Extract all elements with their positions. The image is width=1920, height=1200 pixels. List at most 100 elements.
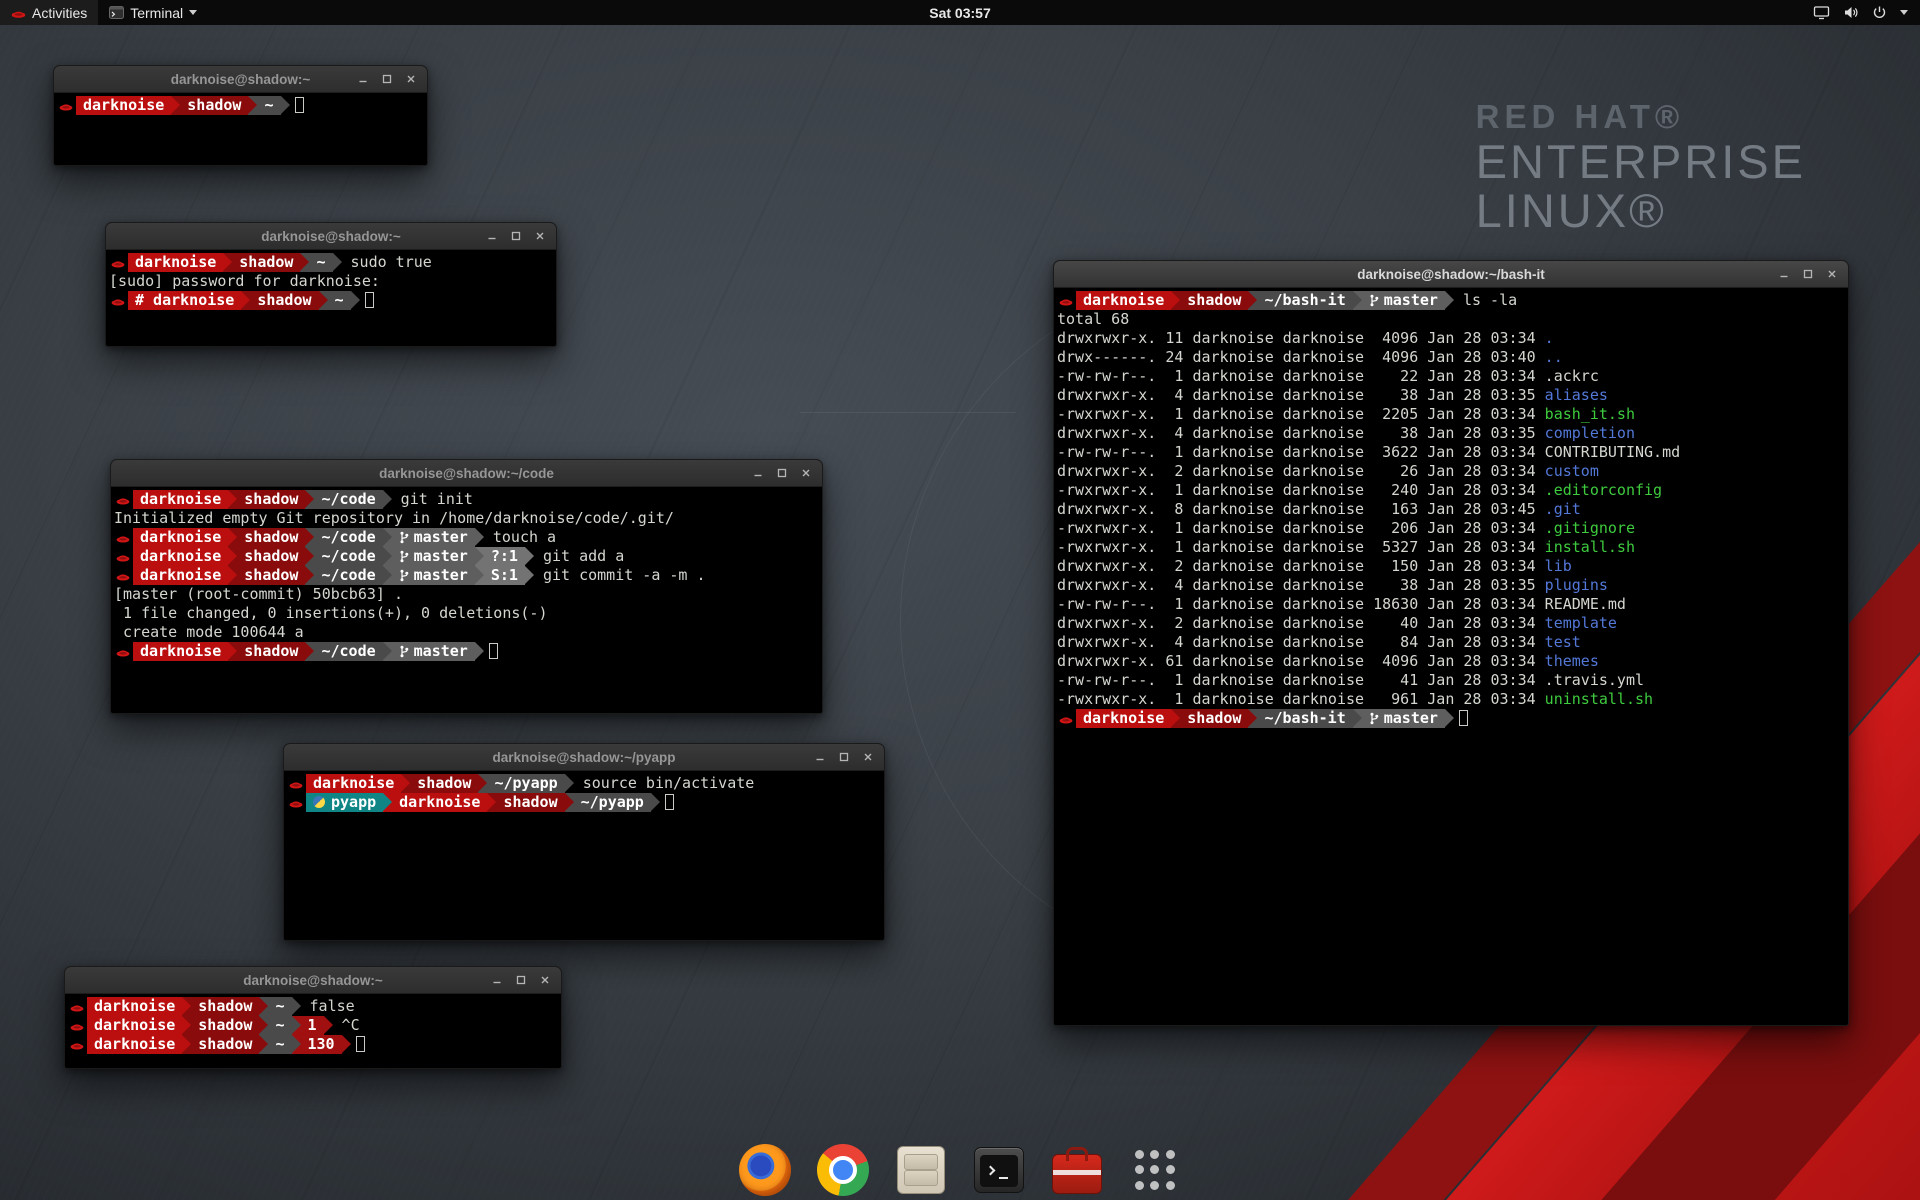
terminal-window[interactable]: darknoise@shadow:~/codedarknoiseshadow~/…	[110, 459, 823, 714]
prompt-separator-icon	[333, 253, 342, 272]
terminal-line: -rw-rw-r--. 1 darknoise darknoise 18630 …	[1057, 595, 1846, 614]
prompt-separator-icon	[324, 1016, 333, 1035]
terminal-content[interactable]: darknoiseshadow~ falsedarknoiseshadow~1 …	[65, 994, 561, 1067]
output-text: template	[1545, 614, 1617, 632]
output-text: -rw-rw-r--. 1 darknoise darknoise 3622 J…	[1057, 443, 1545, 461]
terminal-content[interactable]: darknoiseshadow~ sudo true[sudo] passwor…	[106, 250, 556, 345]
dock-terminal[interactable]	[971, 1142, 1027, 1198]
maximize-button[interactable]	[772, 464, 791, 483]
output-text: drwxrwxr-x. 4 darknoise darknoise 84 Jan…	[1057, 633, 1545, 651]
window-titlebar[interactable]: darknoise@shadow:~	[65, 967, 561, 994]
maximize-button[interactable]	[834, 748, 853, 767]
app-menu[interactable]: Terminal	[98, 0, 208, 25]
terminal-window[interactable]: darknoise@shadow:~darknoiseshadow~ sudo …	[105, 222, 557, 347]
window-titlebar[interactable]: darknoise@shadow:~	[54, 66, 427, 93]
activities-label: Activities	[32, 5, 87, 21]
maximize-button[interactable]	[377, 70, 396, 89]
terminal-cursor	[489, 643, 498, 659]
command-text: false	[301, 997, 355, 1015]
maximize-button[interactable]	[511, 971, 530, 990]
window-titlebar[interactable]: darknoise@shadow:~/code	[111, 460, 822, 487]
terminal-content[interactable]: darknoiseshadow~/code git initInitialize…	[111, 487, 822, 712]
prompt-segment: darknoise	[133, 528, 228, 547]
output-text: README.md	[1545, 595, 1626, 613]
prompt-separator-icon	[305, 490, 314, 509]
terminal-window[interactable]: darknoise@shadow:~/pyappdarknoiseshadow~…	[283, 743, 885, 941]
terminal-cursor	[1459, 710, 1468, 726]
prompt-separator-icon	[383, 547, 392, 566]
dock-firefox[interactable]	[737, 1142, 793, 1198]
maximize-button[interactable]	[1798, 265, 1817, 284]
terminal-line: drwxrwxr-x. 11 darknoise darknoise 4096 …	[1057, 329, 1846, 348]
dock-toolbox[interactable]	[1049, 1142, 1105, 1198]
terminal-line: drwxrwxr-x. 8 darknoise darknoise 163 Ja…	[1057, 500, 1846, 519]
system-menu-chevron-icon[interactable]	[1900, 10, 1908, 15]
minimize-button[interactable]	[482, 227, 501, 246]
terminal-window[interactable]: darknoise@shadow:~darknoiseshadow~ false…	[64, 966, 562, 1069]
terminal-content[interactable]: darknoiseshadow~/pyapp source bin/activa…	[284, 771, 884, 939]
redhat-icon	[116, 528, 133, 547]
prompt-segment: # darknoise	[128, 291, 241, 310]
prompt-separator-icon	[228, 566, 237, 585]
power-icon[interactable]	[1872, 5, 1887, 20]
prompt-separator-icon	[319, 291, 328, 310]
window-titlebar[interactable]: darknoise@shadow:~/pyapp	[284, 744, 884, 771]
clock[interactable]: Sat 03:57	[929, 5, 990, 21]
terminal-window[interactable]: darknoise@shadow:~darknoiseshadow~	[53, 65, 428, 166]
prompt-segment: ~/pyapp	[487, 774, 564, 793]
redhat-icon	[289, 793, 306, 812]
output-text: .git	[1545, 500, 1581, 518]
close-button[interactable]	[796, 464, 815, 483]
prompt-segment: shadow	[180, 96, 248, 115]
minimize-button[interactable]	[748, 464, 767, 483]
prompt-separator-icon	[259, 997, 268, 1016]
prompt-separator-icon	[383, 642, 392, 661]
prompt-separator-icon	[383, 566, 392, 585]
terminal-line: # darknoiseshadow~	[109, 291, 554, 310]
output-text: drwxrwxr-x. 2 darknoise darknoise 150 Ja…	[1057, 557, 1545, 575]
maximize-button[interactable]	[506, 227, 525, 246]
terminal-line: -rwxrwxr-x. 1 darknoise darknoise 2205 J…	[1057, 405, 1846, 424]
window-titlebar[interactable]: darknoise@shadow:~	[106, 223, 556, 250]
volume-icon[interactable]	[1843, 5, 1859, 20]
prompt-segment: ~	[328, 291, 351, 310]
minimize-button[interactable]	[1774, 265, 1793, 284]
close-button[interactable]	[401, 70, 420, 89]
dock-files[interactable]	[893, 1142, 949, 1198]
terminal-line: darknoiseshadow~/codemaster touch a	[114, 528, 820, 547]
dock-app-grid[interactable]	[1127, 1142, 1183, 1198]
terminal-cursor	[356, 1036, 365, 1052]
terminal-content[interactable]: darknoiseshadow~	[54, 93, 427, 164]
close-button[interactable]	[858, 748, 877, 767]
app-grid-icon	[1132, 1147, 1178, 1193]
terminal-line: darknoiseshadow~ false	[68, 997, 559, 1016]
minimize-button[interactable]	[487, 971, 506, 990]
close-button[interactable]	[535, 971, 554, 990]
redhat-icon	[116, 490, 133, 509]
redhat-icon	[59, 96, 76, 115]
minimize-button[interactable]	[353, 70, 372, 89]
dock-chrome[interactable]	[815, 1142, 871, 1198]
window-controls	[482, 223, 549, 249]
prompt-separator-icon	[487, 793, 496, 812]
terminal-line: total 68	[1057, 310, 1846, 329]
output-text: -rw-rw-r--. 1 darknoise darknoise 22 Jan…	[1057, 367, 1545, 385]
prompt-segment: ~/pyapp	[574, 793, 651, 812]
terminal-window[interactable]: darknoise@shadow:~/bash-itdarknoiseshado…	[1053, 260, 1849, 1026]
prompt-segment: ~	[268, 997, 291, 1016]
window-titlebar[interactable]: darknoise@shadow:~/bash-it	[1054, 261, 1848, 288]
output-text: -rwxrwxr-x. 1 darknoise darknoise 2205 J…	[1057, 405, 1545, 423]
display-icon[interactable]	[1813, 5, 1830, 20]
close-button[interactable]	[1822, 265, 1841, 284]
close-button[interactable]	[530, 227, 549, 246]
prompt-segment: 1	[301, 1016, 324, 1035]
prompt-separator-icon	[1248, 291, 1257, 310]
output-text: Initialized empty Git repository in /hom…	[114, 509, 674, 527]
output-text: drwxrwxr-x. 4 darknoise darknoise 38 Jan…	[1057, 386, 1545, 404]
terminal-content[interactable]: darknoiseshadow~/bash-itmaster ls -latot…	[1054, 288, 1848, 1024]
output-text: test	[1545, 633, 1581, 651]
prompt-separator-icon	[1445, 291, 1454, 310]
minimize-button[interactable]	[810, 748, 829, 767]
terminal-line: create mode 100644 a	[114, 623, 820, 642]
activities-button[interactable]: Activities	[0, 0, 98, 25]
